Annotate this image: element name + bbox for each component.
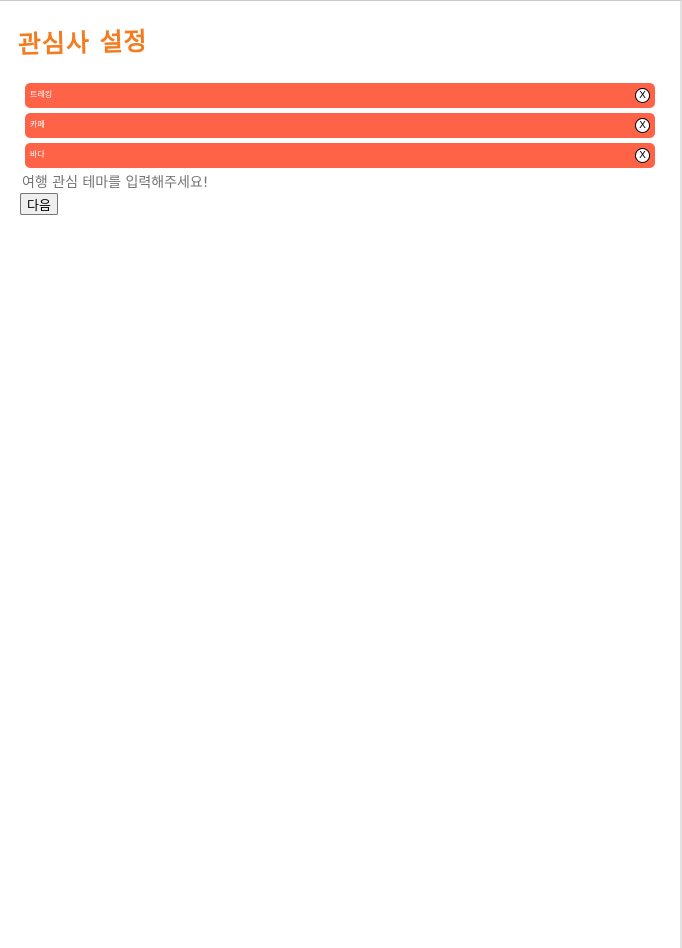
remove-tag-close-icon[interactable]: X <box>635 148 650 163</box>
theme-input[interactable] <box>20 173 322 192</box>
next-button[interactable]: 다음 <box>20 193 58 215</box>
interest-tag-label: 바다 <box>30 150 45 159</box>
interest-tag-label: 카페 <box>30 120 45 129</box>
app-frame: 관심사 설정 트레킹 X 카페 X 바다 X 다음 <box>0 0 682 948</box>
interest-tag-label: 트레킹 <box>30 90 53 99</box>
interest-tag: 바다 X <box>25 143 655 168</box>
interest-tag: 트레킹 X <box>25 83 655 108</box>
interest-tag: 카페 X <box>25 113 655 138</box>
page-title: 관심사 설정 <box>17 26 149 59</box>
interest-tag-list: 트레킹 X 카페 X 바다 X <box>25 83 655 173</box>
remove-tag-close-icon[interactable]: X <box>635 88 650 103</box>
remove-tag-close-icon[interactable]: X <box>635 118 650 133</box>
